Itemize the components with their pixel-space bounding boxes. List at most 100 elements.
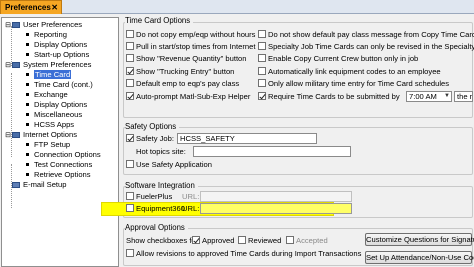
bullet-icon: [26, 103, 29, 106]
checkbox[interactable]: [126, 54, 134, 62]
use-safety-app-checkbox[interactable]: Use Safety Application: [126, 160, 212, 170]
show-checkboxes-label: Show checkboxes for:: [126, 236, 201, 245]
safety-job-checkbox[interactable]: Safety Job:: [126, 134, 174, 144]
tree-ftp-setup[interactable]: FTP Setup: [26, 140, 70, 149]
hot-topics-input[interactable]: [193, 146, 351, 157]
bullet-icon: [26, 43, 29, 46]
tree-miscellaneous[interactable]: Miscellaneous: [26, 110, 82, 119]
bullet-icon: [26, 163, 29, 166]
tc-right-1[interactable]: Specialty Job Time Cards can only be rev…: [258, 42, 474, 52]
setup-attendance-button[interactable]: Set Up Attendance/Non-Use Codes: [365, 251, 474, 264]
collapse-icon[interactable]: ⊟: [4, 61, 12, 70]
collapse-icon[interactable]: ⊟: [4, 131, 12, 140]
reviewed-checkbox[interactable]: Reviewed: [238, 236, 281, 246]
checkbox[interactable]: [126, 79, 134, 87]
tc-left-1[interactable]: Pull in start/stop times from Internet: [126, 42, 255, 52]
tc-left-2[interactable]: Show "Revenue Quantity" button: [126, 54, 247, 64]
bullet-icon: [26, 83, 29, 86]
tc-right-3[interactable]: Automatically link equipment codes to an…: [258, 67, 441, 77]
checkbox[interactable]: [258, 67, 266, 75]
fuelerplus-checkbox[interactable]: FuelerPlus: [126, 192, 172, 202]
checkbox[interactable]: [126, 249, 134, 257]
group-title: Safety Options: [125, 122, 180, 131]
tree-retrieve-options[interactable]: Retrieve Options: [26, 170, 91, 179]
checkbox[interactable]: [126, 30, 134, 38]
tc-right-5[interactable]: Require Time Cards to be submitted by: [258, 92, 400, 102]
checkbox[interactable]: [238, 236, 246, 244]
collapse-icon[interactable]: ⊟: [4, 21, 12, 30]
approved-checkbox[interactable]: Approved: [192, 236, 235, 246]
checkbox[interactable]: [126, 42, 134, 50]
bullet-icon: [26, 113, 29, 116]
folder-icon: [12, 22, 20, 28]
allow-revisions-checkbox[interactable]: Allow revisions to approved Time Cards d…: [126, 249, 361, 259]
checkbox[interactable]: [126, 160, 134, 168]
checkbox[interactable]: [286, 236, 294, 244]
close-icon[interactable]: ✕: [51, 1, 58, 14]
tree-exchange[interactable]: Exchange: [26, 90, 68, 99]
checkbox[interactable]: [258, 54, 266, 62]
tree-email-setup[interactable]: E-mail Setup: [4, 180, 66, 189]
tree-display-options-2[interactable]: Display Options: [26, 100, 87, 109]
checkbox[interactable]: [126, 134, 134, 142]
checkbox[interactable]: [258, 42, 266, 50]
tc-right-0[interactable]: Do not show default pay class message fr…: [258, 30, 474, 40]
group-title: Time Card Options: [125, 16, 194, 25]
customize-questions-button[interactable]: Customize Questions for Signature: [365, 233, 474, 246]
accepted-checkbox[interactable]: Accepted: [286, 236, 328, 246]
tab-preferences[interactable]: Preferences ✕: [0, 0, 62, 14]
tree-display-options[interactable]: Display Options: [26, 40, 87, 49]
tree-connection-options[interactable]: Connection Options: [26, 150, 101, 159]
bullet-icon: [26, 73, 29, 76]
bullet-icon: [26, 93, 29, 96]
tree-hcss-apps[interactable]: HCSS Apps: [26, 120, 74, 129]
folder-icon: [12, 62, 20, 68]
group-title: Approval Options: [125, 223, 188, 232]
tree-time-card[interactable]: Time Card: [26, 70, 72, 79]
equipment360-url-label: URL:: [182, 204, 200, 213]
bullet-icon: [26, 143, 29, 146]
tree-startup-options[interactable]: Start-up Options: [26, 50, 89, 59]
mail-icon: [12, 182, 20, 188]
equipment360-url-input[interactable]: [200, 203, 352, 214]
equipment360-checkbox[interactable]: Equipment360: [126, 204, 185, 214]
fuelerplus-url-label: URL:: [182, 192, 200, 201]
fuelerplus-url-input[interactable]: [200, 191, 352, 202]
safety-job-input[interactable]: HCSS_SAFETY: [177, 133, 317, 144]
checkbox[interactable]: [126, 192, 134, 200]
tab-bar: Preferences ✕: [0, 0, 474, 14]
checkbox[interactable]: [126, 204, 134, 212]
checkbox[interactable]: [258, 30, 266, 38]
hot-topics-label: Hot topics site:: [136, 147, 186, 156]
preferences-tree: ⊟ User Preferences Reporting Display Opti…: [1, 17, 119, 267]
tc-left-4[interactable]: Default emp to eqp's pay class: [126, 79, 239, 89]
tree-test-connections[interactable]: Test Connections: [26, 160, 92, 169]
bullet-icon: [26, 173, 29, 176]
tree-internet-options[interactable]: ⊟ Internet Options: [4, 130, 77, 139]
bullet-icon: [26, 53, 29, 56]
tc-right-2[interactable]: Enable Copy Current Crew button only in …: [258, 54, 418, 64]
options-panel: Time Card Options Do not copy emp/eqp wi…: [101, 14, 474, 267]
tree-user-preferences[interactable]: ⊟ User Preferences: [4, 20, 82, 29]
checkbox[interactable]: [192, 236, 200, 244]
group-title: Software Integration: [125, 181, 198, 190]
submit-time-select[interactable]: 7:00 AM ▼: [406, 91, 452, 102]
tab-label: Preferences: [5, 3, 51, 12]
tc-left-0[interactable]: Do not copy emp/eqp without hours: [126, 30, 255, 40]
globe-icon: [12, 132, 20, 138]
submit-day-select[interactable]: the next day: [454, 91, 473, 102]
checkbox[interactable]: [126, 92, 134, 100]
bullet-icon: [26, 123, 29, 126]
checkbox[interactable]: [258, 79, 266, 87]
tc-left-5[interactable]: Auto-prompt Matl-Sub-Exp Helper: [126, 92, 250, 102]
tree-reporting[interactable]: Reporting: [26, 30, 67, 39]
checkbox[interactable]: [126, 67, 134, 75]
tc-right-4[interactable]: Only allow military time entry for Time …: [258, 79, 449, 89]
tc-left-3[interactable]: Show "Trucking Entry" button: [126, 67, 234, 77]
chevron-down-icon: ▼: [444, 93, 450, 99]
checkbox[interactable]: [258, 92, 266, 100]
bullet-icon: [26, 33, 29, 36]
tree-system-preferences[interactable]: ⊟ System Preferences: [4, 60, 91, 69]
tree-time-card-cont[interactable]: Time Card (cont.): [26, 80, 93, 89]
bullet-icon: [26, 153, 29, 156]
